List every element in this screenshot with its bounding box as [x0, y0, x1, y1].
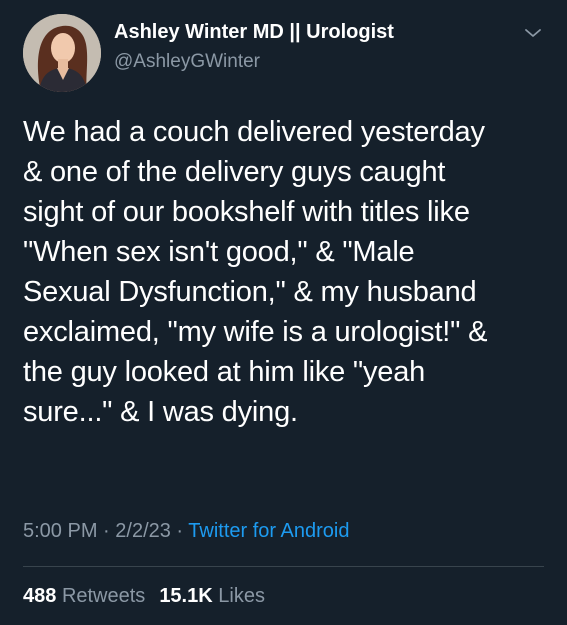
profile-photo-icon [23, 14, 101, 92]
tweet-time[interactable]: 5:00 PM [23, 520, 97, 542]
likes-link[interactable]: 15.1K Likes [159, 585, 265, 607]
author-handle[interactable]: @AshleyGWinter [114, 51, 260, 73]
tweet-text-line: exclaimed, "my wife is a urologist!" & [23, 316, 488, 348]
meta-separator: · [97, 520, 116, 542]
author-name[interactable]: Ashley Winter MD || Urologist [114, 21, 394, 44]
retweets-label: Retweets [61, 585, 146, 607]
likes-count: 15.1K [159, 585, 213, 607]
tweet-text-line: "When sex isn't good," & "Male [23, 236, 415, 268]
tweet-text-line: the guy looked at him like "yeah [23, 356, 426, 388]
tweet-text: We had a couch delivered yesterday & one… [23, 112, 548, 432]
retweets-link[interactable]: 488 Retweets [23, 585, 145, 607]
retweets-count: 488 [23, 585, 57, 607]
avatar[interactable] [23, 14, 101, 92]
tweet-text-line: sure..." & I was dying. [23, 396, 298, 428]
tweet-date[interactable]: 2/2/23 [115, 520, 171, 542]
tweet-text-line: sight of our bookshelf with titles like [23, 196, 470, 228]
divider [23, 566, 544, 567]
tweet-meta: 5:00 PM · 2/2/23 · Twitter for Android [23, 520, 349, 543]
tweet-text-line: We had a couch delivered yesterday [23, 116, 485, 148]
tweet-text-line: Sexual Dysfunction," & my husband [23, 276, 477, 308]
meta-separator: · [170, 520, 189, 542]
tweet-card: Ashley Winter MD || Urologist @AshleyGWi… [0, 0, 567, 625]
tweet-source-link[interactable]: Twitter for Android [188, 520, 349, 542]
chevron-down-icon[interactable] [522, 24, 544, 42]
tweet-text-line: & one of the delivery guys caught [23, 156, 446, 188]
likes-label: Likes [218, 585, 265, 607]
tweet-stats: 488 Retweets 15.1K Likes [23, 585, 265, 608]
